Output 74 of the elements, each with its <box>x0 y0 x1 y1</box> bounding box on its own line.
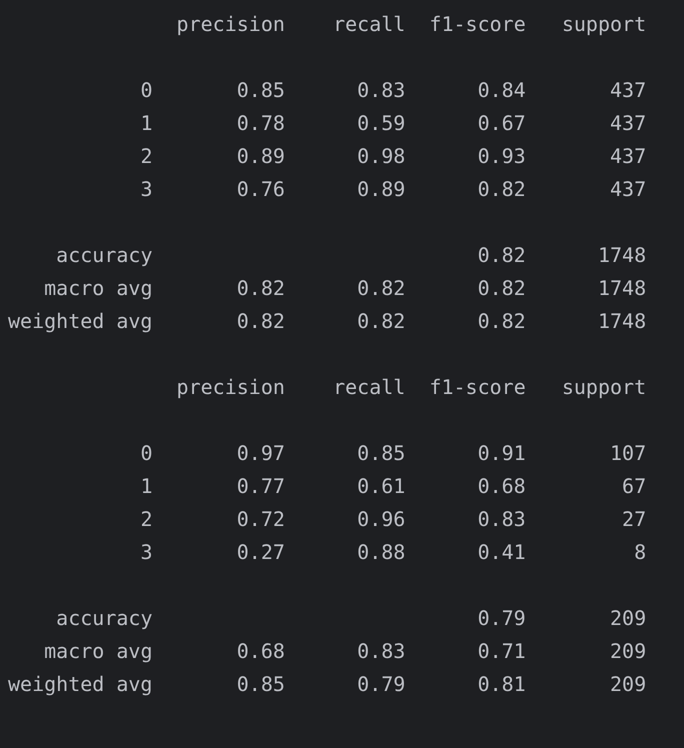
table-cell-text: 209 <box>610 605 646 632</box>
table-cell-text: 437 <box>610 143 646 170</box>
table-cell-text: 0.85 <box>357 440 406 467</box>
table-cell-text: 0.41 <box>478 539 526 566</box>
table-cell-text: 27 <box>622 506 646 533</box>
row-label: 2 <box>140 143 152 170</box>
table-cell-text: 1748 <box>598 308 646 335</box>
table-cell-text: 0.79 <box>357 671 406 698</box>
table-cell-text: 0.68 <box>478 473 526 500</box>
row-label: weighted avg <box>8 308 152 335</box>
table-cell-text: 0.88 <box>357 539 406 566</box>
table-cell-text: 0.82 <box>357 275 406 302</box>
table-cell-text: 0.68 <box>236 638 285 665</box>
row-label: accuracy <box>56 605 152 632</box>
column-header: f1-score <box>429 11 526 38</box>
table-cell-text: 209 <box>610 638 646 665</box>
table-cell-text: 0.81 <box>478 671 526 698</box>
table-cell-text: 0.72 <box>236 506 285 533</box>
table-cell-text: 437 <box>610 176 646 203</box>
table-cell-text: 0.97 <box>236 440 285 467</box>
table-cell-text: 0.91 <box>478 440 526 467</box>
table-cell-text: 0.79 <box>478 605 526 632</box>
table-cell-text: 8 <box>634 539 646 566</box>
table-cell-text: 0.77 <box>236 473 285 500</box>
row-label: macro avg <box>44 638 152 665</box>
row-label: weighted avg <box>8 671 152 698</box>
table-cell-text: 0.89 <box>357 176 406 203</box>
table-cell-text: 437 <box>610 110 646 137</box>
column-header: recall <box>333 11 406 38</box>
table-cell-text: 0.59 <box>357 110 406 137</box>
column-header: precision <box>176 374 285 401</box>
table-cell-text: 0.82 <box>236 308 285 335</box>
table-cell-text: 107 <box>610 440 646 467</box>
table-cell-text: 0.78 <box>236 110 285 137</box>
table-cell-text: 0.89 <box>236 143 285 170</box>
table-cell-text: 0.61 <box>357 473 406 500</box>
table-cell-text: 1748 <box>598 275 646 302</box>
table-cell-text: 0.82 <box>357 308 406 335</box>
table-cell-text: 209 <box>610 671 646 698</box>
table-cell-text: 0.85 <box>236 77 285 104</box>
row-label: 2 <box>140 506 152 533</box>
table-cell-text: 0.82 <box>478 308 526 335</box>
table-cell-text: 0.67 <box>478 110 526 137</box>
table-cell-text: 0.82 <box>236 275 285 302</box>
row-label: 3 <box>140 539 152 566</box>
row-label: 1 <box>140 110 152 137</box>
table-cell-text: 437 <box>610 77 646 104</box>
row-label: 1 <box>140 473 152 500</box>
column-header: support <box>562 11 646 38</box>
row-label: 0 <box>140 77 152 104</box>
table-cell-text: 0.82 <box>478 242 526 269</box>
row-label: macro avg <box>44 275 152 302</box>
table-cell-text: 0.82 <box>478 176 526 203</box>
table-cell-text: 67 <box>622 473 646 500</box>
column-header: recall <box>333 374 406 401</box>
table-cell-text: 0.27 <box>236 539 285 566</box>
table-cell-text: 0.82 <box>478 275 526 302</box>
row-label: 0 <box>140 440 152 467</box>
table-cell-text: 0.98 <box>357 143 406 170</box>
row-label: 3 <box>140 176 152 203</box>
table-cell-text: 0.83 <box>357 77 406 104</box>
table-cell-text: 0.83 <box>357 638 406 665</box>
table-cell-text: 0.76 <box>236 176 285 203</box>
row-label: accuracy <box>56 242 152 269</box>
table-cell-text: 0.84 <box>478 77 526 104</box>
table-cell-text: 1748 <box>598 242 646 269</box>
column-header: f1-score <box>429 374 526 401</box>
table-cell-text: 0.71 <box>478 638 526 665</box>
table-cell-text: 0.85 <box>236 671 285 698</box>
table-cell-text: 0.96 <box>357 506 406 533</box>
column-header: precision <box>176 11 285 38</box>
column-header: support <box>562 374 646 401</box>
table-cell-text: 0.93 <box>478 143 526 170</box>
table-cell-text: 0.83 <box>478 506 526 533</box>
